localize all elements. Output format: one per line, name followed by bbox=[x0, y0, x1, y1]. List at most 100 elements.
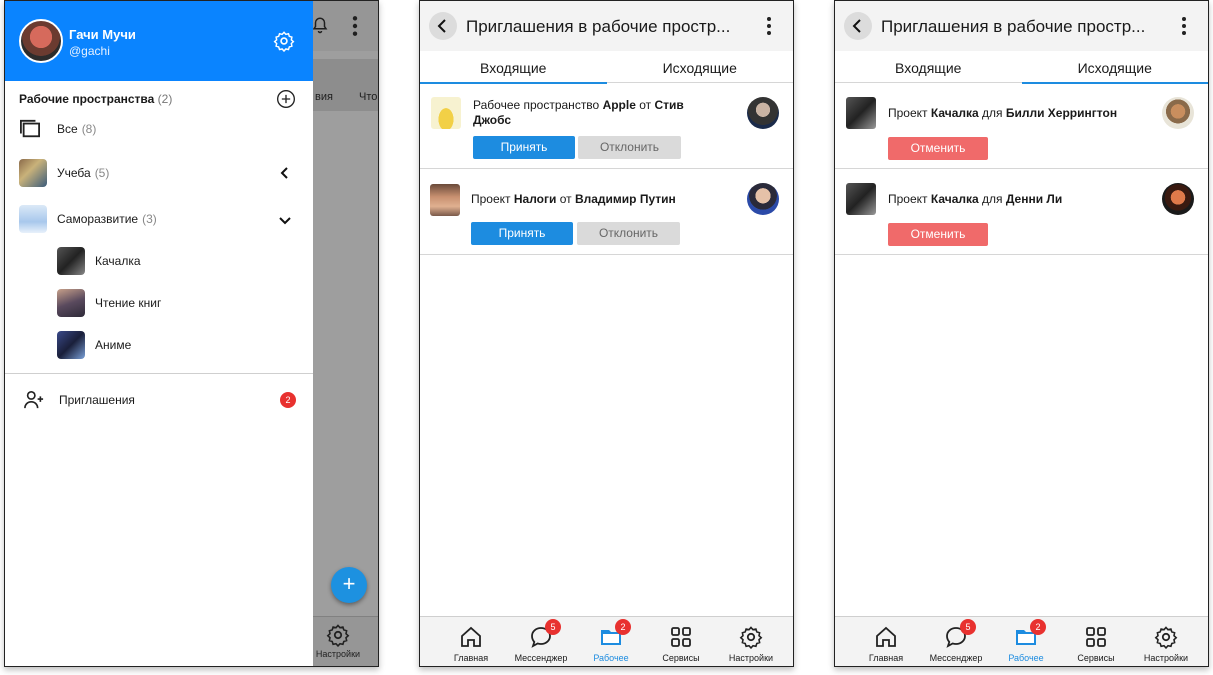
workspace-item-label: Все bbox=[57, 122, 78, 136]
add-workspace-icon[interactable] bbox=[276, 89, 296, 109]
nav-label: Рабочее bbox=[1008, 653, 1044, 663]
bottom-nav: Главная 5 Мессенджер 2 Рабочее Сервисы Н… bbox=[835, 616, 1208, 666]
nav-badge: 5 bbox=[545, 619, 561, 635]
nav-label: Рабочее bbox=[593, 653, 629, 663]
nav-work[interactable]: 2 Рабочее bbox=[996, 617, 1056, 666]
nav-label: Мессенджер bbox=[514, 653, 568, 663]
chevron-left-icon[interactable] bbox=[277, 165, 293, 181]
home-icon bbox=[876, 626, 896, 647]
accept-button[interactable]: Принять bbox=[471, 222, 573, 245]
nav-label: Мессенджер bbox=[929, 653, 983, 663]
workspace-item-count: (5) bbox=[94, 166, 110, 180]
invitation-from: от bbox=[635, 98, 655, 112]
workspace-item-label: Учеба bbox=[57, 166, 91, 180]
workspace-thumbnail bbox=[430, 184, 460, 216]
nav-services[interactable]: Сервисы bbox=[1066, 617, 1126, 666]
home-icon bbox=[461, 626, 481, 647]
project-item-label: Чтение книг bbox=[95, 296, 162, 310]
project-thumbnail bbox=[57, 289, 85, 317]
gear-icon bbox=[1154, 626, 1178, 649]
gear-icon bbox=[739, 626, 763, 649]
grid-icon bbox=[1086, 627, 1106, 647]
invitations-badge: 2 bbox=[280, 392, 296, 408]
invitation-text: Проект Качалка для Билли Херрингтон bbox=[888, 106, 1118, 121]
tab-outgoing[interactable]: Исходящие bbox=[1021, 51, 1209, 84]
invitation-to: для bbox=[978, 106, 1006, 120]
nav-messenger[interactable]: 5 Мессенджер bbox=[926, 617, 986, 666]
project-name: Качалка bbox=[930, 106, 979, 120]
tab-outgoing[interactable]: Исходящие bbox=[607, 51, 794, 83]
user-handle: @gachi bbox=[69, 44, 110, 58]
nav-services[interactable]: Сервисы bbox=[651, 617, 711, 666]
bottom-nav: Главная 5 Мессенджер 2 Рабочее Сервисы Н… bbox=[420, 616, 793, 666]
more-vert-icon[interactable] bbox=[761, 15, 777, 37]
nav-label: Настройки bbox=[728, 653, 774, 663]
workspace-thumbnail bbox=[19, 159, 47, 187]
gear-icon bbox=[326, 624, 350, 648]
user-name: Гачи Мучи bbox=[69, 27, 136, 42]
project-thumbnail bbox=[57, 331, 85, 359]
invitation-text: Рабочее пространство Apple от Стив Джобс bbox=[473, 98, 703, 128]
sender-name: Владимир Путин bbox=[574, 192, 676, 206]
nav-settings[interactable]: Настройки bbox=[1136, 617, 1196, 666]
project-item-anime[interactable]: Аниме bbox=[57, 331, 131, 359]
invitation-prefix: Проект bbox=[888, 192, 931, 206]
tab-incoming[interactable]: Входящие bbox=[835, 51, 1022, 83]
workspace-item-study[interactable]: Учеба (5) bbox=[19, 159, 109, 187]
workspace-item-label: Саморазвитие bbox=[57, 212, 139, 226]
invitation-text: Проект Качалка для Денни Ли bbox=[888, 192, 1118, 207]
project-item-gym[interactable]: Качалка bbox=[57, 247, 141, 275]
invitation-to: для bbox=[978, 192, 1006, 206]
back-button[interactable] bbox=[844, 12, 872, 40]
nav-settings[interactable]: Настройки bbox=[721, 617, 781, 666]
invitation-card: Проект Качалка для Денни Ли Отменить bbox=[835, 169, 1208, 255]
invitation-text: Проект Налоги от Владимир Путин bbox=[471, 192, 701, 207]
workspace-item-all[interactable]: Все (8) bbox=[19, 115, 96, 143]
recipient-avatar[interactable] bbox=[1162, 97, 1194, 129]
nav-label: Сервисы bbox=[1077, 653, 1115, 663]
app-bar: Приглашения в рабочие простр... bbox=[420, 1, 793, 51]
tab-bar: Входящие Исходящие bbox=[835, 51, 1209, 84]
invitation-from: от bbox=[556, 192, 575, 206]
nav-home[interactable]: Главная bbox=[441, 617, 501, 666]
decline-button[interactable]: Отклонить bbox=[578, 136, 681, 159]
accept-button[interactable]: Принять bbox=[473, 136, 575, 159]
invitations-item[interactable]: Приглашения bbox=[23, 389, 135, 411]
workspace-item-selfdev[interactable]: Саморазвитие (3) bbox=[19, 205, 157, 233]
nav-home[interactable]: Главная bbox=[856, 617, 916, 666]
navigation-drawer: Гачи Мучи @gachi Рабочие пространства (2… bbox=[5, 1, 313, 666]
decline-button[interactable]: Отклонить bbox=[577, 222, 680, 245]
invitation-prefix: Рабочее пространство bbox=[473, 98, 603, 112]
project-item-reading[interactable]: Чтение книг bbox=[57, 289, 161, 317]
cancel-button[interactable]: Отменить bbox=[888, 137, 988, 160]
nav-badge: 5 bbox=[960, 619, 976, 635]
project-thumbnail bbox=[57, 247, 85, 275]
settings-gear-icon[interactable] bbox=[273, 30, 295, 52]
nav-messenger[interactable]: 5 Мессенджер bbox=[511, 617, 571, 666]
add-fab-button[interactable]: + bbox=[331, 567, 367, 603]
avatar[interactable] bbox=[19, 19, 63, 63]
background-nav-settings[interactable]: Настройки bbox=[313, 623, 363, 659]
chevron-down-icon[interactable] bbox=[277, 212, 293, 228]
nav-work[interactable]: 2 Рабочее bbox=[581, 617, 641, 666]
workspace-item-count: (3) bbox=[142, 212, 157, 226]
recipient-avatar[interactable] bbox=[1162, 183, 1194, 215]
sender-avatar[interactable] bbox=[747, 97, 779, 129]
outgoing-invitations-screen: Приглашения в рабочие простр... Входящие… bbox=[834, 0, 1209, 667]
more-vert-icon[interactable] bbox=[1176, 15, 1192, 37]
chevron-left-icon bbox=[437, 19, 446, 33]
workspaces-count: (2) bbox=[157, 92, 173, 106]
workspace-item-count: (8) bbox=[81, 122, 97, 136]
back-button[interactable] bbox=[429, 12, 457, 40]
project-thumbnail bbox=[846, 97, 876, 129]
sender-avatar[interactable] bbox=[747, 183, 779, 215]
grid-icon bbox=[671, 627, 691, 647]
project-item-label: Аниме bbox=[95, 338, 132, 352]
tab-incoming[interactable]: Входящие bbox=[420, 51, 607, 84]
workspace-name: Apple bbox=[602, 98, 636, 112]
project-item-label: Качалка bbox=[95, 254, 141, 268]
nav-badge: 2 bbox=[615, 619, 631, 635]
add-user-icon bbox=[24, 391, 44, 409]
cancel-button[interactable]: Отменить bbox=[888, 223, 988, 246]
invitation-prefix: Проект bbox=[888, 106, 931, 120]
